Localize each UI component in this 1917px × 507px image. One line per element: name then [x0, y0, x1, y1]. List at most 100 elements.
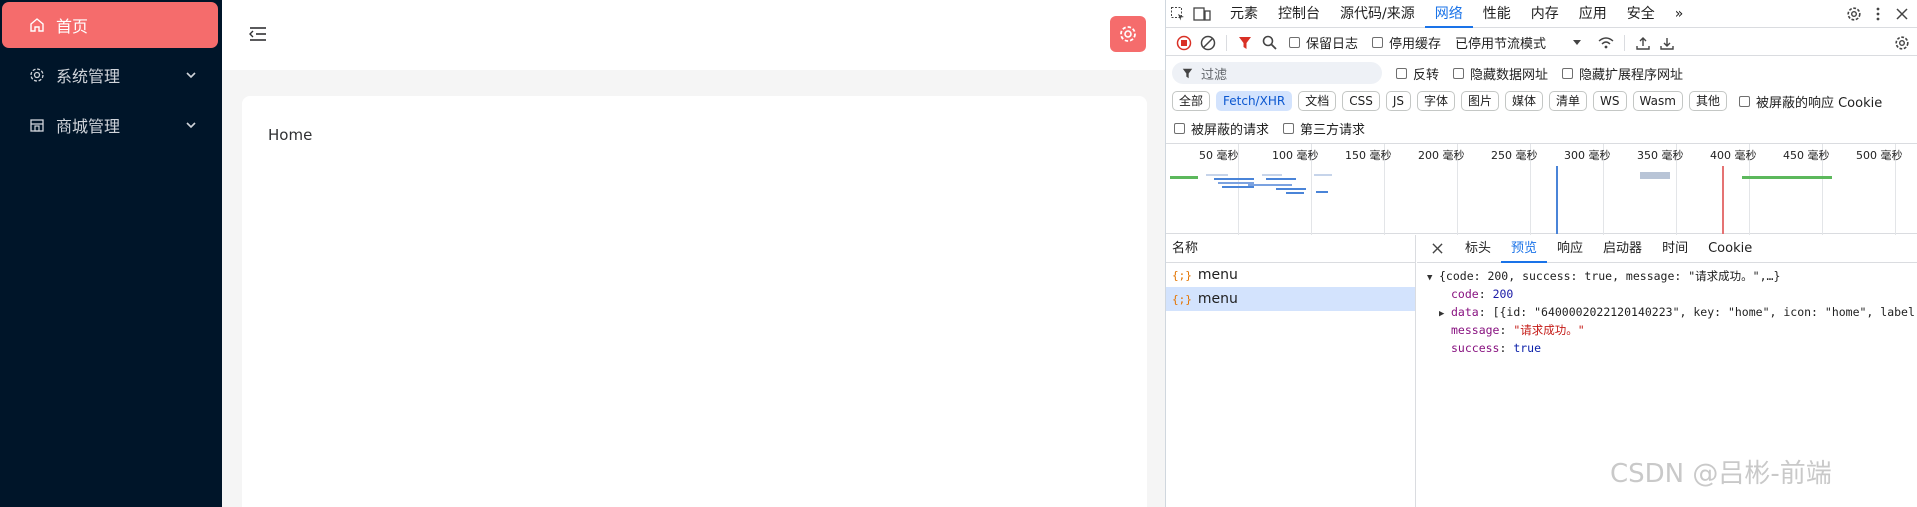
tab-performance[interactable]: 性能 — [1473, 0, 1521, 28]
close-icon[interactable] — [1890, 2, 1914, 26]
import-har-icon[interactable] — [1631, 31, 1655, 55]
blocked-cookies-checkbox[interactable]: 被屏蔽的响应 Cookie — [1738, 92, 1882, 111]
type-chip[interactable]: 图片 — [1461, 91, 1500, 111]
type-chip[interactable]: CSS — [1342, 91, 1380, 111]
network-conditions-icon[interactable] — [1594, 31, 1618, 55]
throttle-select[interactable]: 已停用节流模式 — [1455, 33, 1582, 52]
gear-icon — [28, 66, 46, 84]
more-vert-icon[interactable] — [1866, 2, 1890, 26]
gear-icon[interactable] — [1842, 2, 1866, 26]
sidebar-item-label: 系统管理 — [56, 67, 121, 86]
filter-row: 过滤 反转 隐藏数据网址 隐藏扩展程序网址 — [1166, 61, 1917, 85]
menu-fold-icon[interactable] — [248, 25, 268, 43]
timeline-bar — [1170, 176, 1198, 179]
tab-memory[interactable]: 内存 — [1521, 0, 1569, 28]
json-preview: ▼ {code: 200, success: true, message: "请求… — [1417, 263, 1917, 357]
request-row[interactable]: {;} menu — [1166, 287, 1415, 311]
main-area: Home — [222, 0, 1165, 507]
tab-initiator[interactable]: 启动器 — [1593, 235, 1652, 263]
json-root[interactable]: ▼ {code: 200, success: true, message: "请求… — [1427, 267, 1917, 285]
timeline-bar — [1276, 188, 1306, 190]
timeline-bar — [1222, 186, 1254, 188]
invert-checkbox[interactable]: 反转 — [1396, 64, 1439, 83]
timeline-bar — [1314, 174, 1332, 176]
type-chip[interactable]: WS — [1593, 91, 1627, 111]
devtools-tabbar: 元素 控制台 源代码/来源 网络 性能 内存 应用 安全 » — [1166, 0, 1917, 28]
request-list: 名称 {;} menu {;} menu — [1166, 235, 1416, 507]
type-chip[interactable]: 字体 — [1416, 91, 1455, 111]
tab-timing[interactable]: 时间 — [1652, 235, 1698, 263]
tab-cookies[interactable]: Cookie — [1698, 235, 1762, 263]
gear-icon[interactable] — [1890, 31, 1914, 55]
column-header-name[interactable]: 名称 — [1166, 235, 1415, 263]
timeline-bar — [1316, 191, 1328, 193]
timeline-tick: 50 毫秒 — [1199, 149, 1239, 162]
home-icon — [28, 16, 46, 34]
gear-icon — [1120, 26, 1136, 42]
blocked-requests-checkbox[interactable]: 被屏蔽的请求 — [1174, 119, 1269, 138]
inspect-icon[interactable] — [1166, 2, 1190, 26]
export-har-icon[interactable] — [1655, 31, 1679, 55]
tab-network[interactable]: 网络 — [1424, 0, 1473, 28]
preserve-log-checkbox[interactable]: 保留日志 — [1289, 33, 1358, 52]
tab-security[interactable]: 安全 — [1617, 0, 1665, 28]
header — [222, 0, 1165, 70]
type-chip[interactable]: 其他 — [1688, 91, 1727, 111]
record-stop-icon[interactable] — [1172, 31, 1196, 55]
sidebar-item-system[interactable]: 系统管理 — [2, 52, 218, 98]
timeline-bar — [1248, 184, 1292, 186]
sidebar-item-mall[interactable]: 商城管理 — [2, 102, 218, 148]
chevron-down-icon — [186, 122, 196, 129]
tab-elements[interactable]: 元素 — [1220, 0, 1268, 28]
disable-cache-checkbox[interactable]: 停用缓存 — [1372, 33, 1441, 52]
more-tabs-button[interactable]: » — [1665, 0, 1694, 28]
timeline-bar — [1742, 176, 1832, 179]
hide-data-urls-checkbox[interactable]: 隐藏数据网址 — [1453, 64, 1548, 83]
tab-console[interactable]: 控制台 — [1268, 0, 1330, 28]
type-chip[interactable]: Wasm — [1632, 91, 1683, 111]
network-toolbar: 保留日志 停用缓存 已停用节流模式 — [1166, 30, 1917, 56]
json-field: code: 200 — [1451, 287, 1514, 301]
content-card: Home — [242, 96, 1147, 507]
tab-preview[interactable]: 预览 — [1501, 235, 1548, 263]
tab-sources[interactable]: 源代码/来源 — [1330, 0, 1425, 28]
type-chip[interactable]: 清单 — [1549, 91, 1588, 111]
type-chip[interactable]: 文档 — [1298, 91, 1337, 111]
page-content: Home — [268, 126, 313, 144]
type-chip[interactable]: Fetch/XHR — [1216, 91, 1293, 111]
network-overview[interactable]: 50 毫秒 100 毫秒 150 毫秒 200 毫秒 250 毫秒 300 毫秒… — [1166, 143, 1917, 235]
filter-input[interactable]: 过滤 — [1172, 62, 1382, 84]
json-field: success: true — [1451, 341, 1542, 355]
json-field[interactable]: ▶ data: [{id: "6400002022120140223", key:… — [1427, 303, 1917, 321]
hide-extension-urls-checkbox[interactable]: 隐藏扩展程序网址 — [1562, 64, 1683, 83]
type-chip[interactable]: 全部 — [1172, 91, 1211, 111]
timeline-tick: 250 毫秒 — [1491, 149, 1538, 162]
clear-icon[interactable] — [1196, 31, 1220, 55]
tab-application[interactable]: 应用 — [1569, 0, 1617, 28]
filter-icon[interactable] — [1233, 31, 1257, 55]
timeline-tick: 100 毫秒 — [1272, 149, 1319, 162]
search-icon[interactable] — [1257, 31, 1281, 55]
device-toolbar-icon[interactable] — [1190, 2, 1214, 26]
json-icon: {;} — [1172, 268, 1192, 282]
chevron-down-icon — [186, 72, 196, 79]
request-row[interactable]: {;} menu — [1166, 263, 1415, 287]
json-field: message: "请求成功。" — [1451, 323, 1585, 337]
caret-down-icon — [1573, 39, 1582, 45]
settings-button[interactable] — [1110, 16, 1146, 52]
sidebar-item-label: 商城管理 — [56, 117, 121, 136]
tab-headers[interactable]: 标头 — [1455, 235, 1501, 263]
tab-response[interactable]: 响应 — [1547, 235, 1593, 263]
watermark: CSDN @吕彬-前端 — [1610, 459, 1832, 489]
timeline-tick: 450 毫秒 — [1783, 149, 1830, 162]
store-icon — [28, 116, 46, 134]
third-party-checkbox[interactable]: 第三方请求 — [1283, 119, 1365, 138]
timeline-tick: 150 毫秒 — [1345, 149, 1392, 162]
type-chip[interactable]: JS — [1385, 91, 1411, 111]
type-filter-row: 全部 Fetch/XHR 文档 CSS JS 字体 图片 媒体 清单 WS Wa… — [1166, 90, 1917, 112]
timeline-bar — [1640, 172, 1670, 179]
sidebar-item-home[interactable]: 首页 — [2, 2, 218, 48]
close-icon[interactable] — [1425, 237, 1449, 261]
type-chip[interactable]: 媒体 — [1505, 91, 1544, 111]
timeline-tick: 200 毫秒 — [1418, 149, 1465, 162]
